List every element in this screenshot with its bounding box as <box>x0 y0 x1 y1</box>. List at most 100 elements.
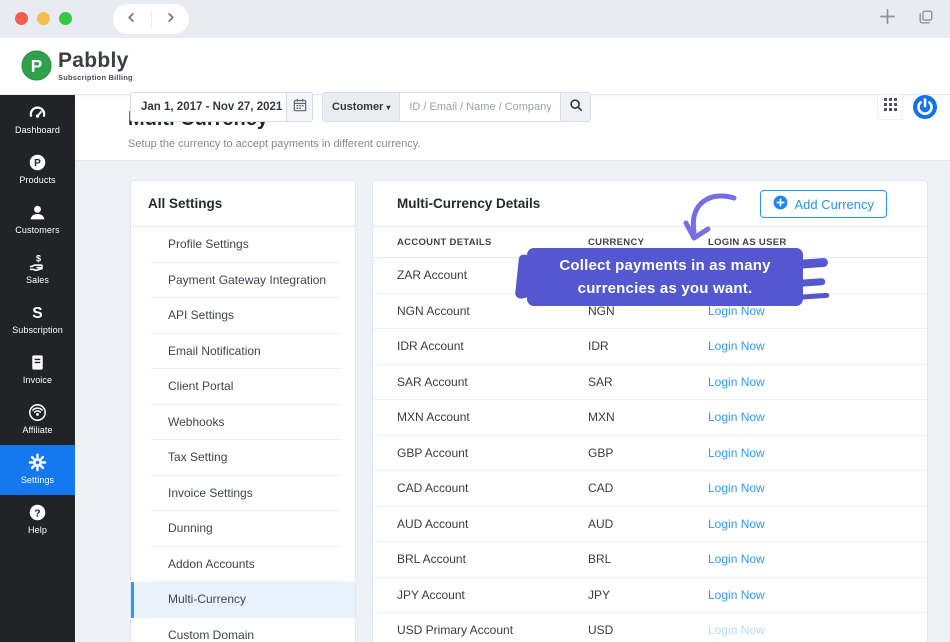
back-button[interactable] <box>113 4 151 34</box>
plus-circle-icon <box>773 195 788 213</box>
login-now-link[interactable]: Login Now <box>708 578 765 614</box>
promo-callout: Collect payments in as many currencies a… <box>527 248 803 306</box>
plus-icon <box>879 8 896 30</box>
account-name: GBP Account <box>397 436 468 472</box>
grid-icon <box>883 97 898 117</box>
all-settings-title: All Settings <box>131 181 355 227</box>
sidebar-item-label: Sales <box>26 275 49 285</box>
sidebar-item-label: Settings <box>21 475 54 485</box>
curved-arrow-icon <box>676 190 740 250</box>
currency-code: IDR <box>588 329 609 365</box>
account-name: MXN Account <box>397 400 470 436</box>
sidebar-item-dashboard[interactable]: Dashboard <box>0 95 75 145</box>
search-filter-dropdown[interactable]: Customer▾ <box>323 93 400 121</box>
settings-item-client-portal[interactable]: Client Portal <box>131 369 355 405</box>
account-name: ZAR Account <box>397 258 467 294</box>
table-body: ZAR Account NGN Account NGN Login Now ID… <box>373 258 927 642</box>
settings-item-invoice-settings[interactable]: Invoice Settings <box>131 476 355 512</box>
account-name: NGN Account <box>397 294 470 330</box>
sidebar-item-invoice[interactable]: Invoice <box>0 345 75 395</box>
date-range-input[interactable]: Jan 1, 2017 - Nov 27, 2021 <box>130 92 286 122</box>
search-button[interactable] <box>560 93 590 121</box>
sidebar-item-settings[interactable]: Settings <box>0 445 75 495</box>
calendar-button[interactable] <box>286 92 313 122</box>
settings-item-email-notification[interactable]: Email Notification <box>131 334 355 370</box>
settings-gear-icon <box>28 452 47 472</box>
all-settings-panel: All Settings Profile SettingsPayment Gat… <box>130 180 356 642</box>
sidebar-item-label: Invoice <box>23 375 52 385</box>
settings-item-profile-settings[interactable]: Profile Settings <box>131 227 355 263</box>
sidebar-item-subscription[interactable]: S Subscription <box>0 295 75 345</box>
settings-item-webhooks[interactable]: Webhooks <box>131 405 355 441</box>
add-currency-button[interactable]: Add Currency <box>760 190 887 218</box>
column-account-details: ACCOUNT DETAILS <box>397 227 492 258</box>
login-now-link[interactable]: Login Now <box>708 507 765 543</box>
browser-chrome <box>0 0 950 38</box>
affiliate-icon <box>28 402 47 422</box>
settings-item-multi-currency[interactable]: Multi-Currency <box>131 582 355 618</box>
new-tab-button[interactable] <box>879 8 896 30</box>
account-name: JPY Account <box>397 578 465 614</box>
table-row-mxn-account: MXN Account MXN Login Now <box>373 400 927 436</box>
settings-item-custom-domain[interactable]: Custom Domain <box>131 618 355 642</box>
help-icon: ? <box>28 502 47 522</box>
calendar-icon <box>293 98 307 117</box>
chevron-right-icon <box>165 10 176 28</box>
account-name: AUD Account <box>397 507 468 543</box>
login-now-link[interactable]: Login Now <box>708 400 765 436</box>
settings-list: Profile SettingsPayment Gateway Integrat… <box>131 227 355 642</box>
settings-item-payment-gateway-integration[interactable]: Payment Gateway Integration <box>131 263 355 299</box>
sidebar-item-label: Products <box>19 175 55 185</box>
table-row-sar-account: SAR Account SAR Login Now <box>373 365 927 401</box>
apps-grid-button[interactable] <box>877 94 903 120</box>
table-row-usd-primary-account: USD Primary Account USD Login Now <box>373 613 927 642</box>
sidebar-item-label: Dashboard <box>15 125 60 135</box>
svg-text:$: $ <box>36 253 41 263</box>
forward-button[interactable] <box>152 4 190 34</box>
sidebar-item-customers[interactable]: Customers <box>0 195 75 245</box>
settings-item-dunning[interactable]: Dunning <box>131 511 355 547</box>
currency-code: CAD <box>588 471 613 507</box>
sidebar-item-products[interactable]: P Products <box>0 145 75 195</box>
search-input[interactable] <box>400 93 560 121</box>
pabbly-logo-icon: P <box>21 50 52 86</box>
search-group: Customer▾ <box>322 92 591 122</box>
svg-text:P: P <box>31 56 43 76</box>
sales-icon: $ <box>28 252 47 272</box>
currency-code: USD <box>588 613 613 642</box>
logout-power-button[interactable] <box>912 94 938 120</box>
table-row-jpy-account: JPY Account JPY Login Now <box>373 578 927 614</box>
minimize-window-button[interactable] <box>37 12 50 25</box>
currency-code: AUD <box>588 507 613 543</box>
login-now-link[interactable]: Login Now <box>708 542 765 578</box>
account-name: BRL Account <box>397 542 466 578</box>
window-controls <box>15 12 72 25</box>
table-row-brl-account: BRL Account BRL Login Now <box>373 542 927 578</box>
sidebar-item-affiliate[interactable]: Affiliate <box>0 395 75 445</box>
login-now-link[interactable]: Login Now <box>708 365 765 401</box>
sidebar-item-label: Affiliate <box>22 425 52 435</box>
invoice-icon <box>28 352 47 372</box>
login-now-link[interactable]: Login Now <box>708 471 765 507</box>
settings-item-api-settings[interactable]: API Settings <box>131 298 355 334</box>
settings-item-addon-accounts[interactable]: Addon Accounts <box>131 547 355 583</box>
product-icon: P <box>28 152 47 172</box>
chevron-left-icon <box>126 10 137 28</box>
sidebar-item-sales[interactable]: $ Sales <box>0 245 75 295</box>
caret-down-icon: ▾ <box>386 103 390 112</box>
table-row-aud-account: AUD Account AUD Login Now <box>373 507 927 543</box>
sidebar-item-help[interactable]: ? Help <box>0 495 75 545</box>
tab-overview-button[interactable] <box>918 9 934 30</box>
login-now-link[interactable]: Login Now <box>708 329 765 365</box>
pabbly-logo[interactable]: P Pabbly Subscription Billing <box>21 50 133 86</box>
svg-text:P: P <box>34 158 41 169</box>
page-subtitle: Setup the currency to accept payments in… <box>128 138 420 150</box>
close-window-button[interactable] <box>15 12 28 25</box>
maximize-window-button[interactable] <box>59 12 72 25</box>
account-name: CAD Account <box>397 471 468 507</box>
login-now-link: Login Now <box>708 613 765 642</box>
account-name: SAR Account <box>397 365 468 401</box>
login-now-link[interactable]: Login Now <box>708 436 765 472</box>
currency-code: GBP <box>588 436 613 472</box>
settings-item-tax-setting[interactable]: Tax Setting <box>131 440 355 476</box>
